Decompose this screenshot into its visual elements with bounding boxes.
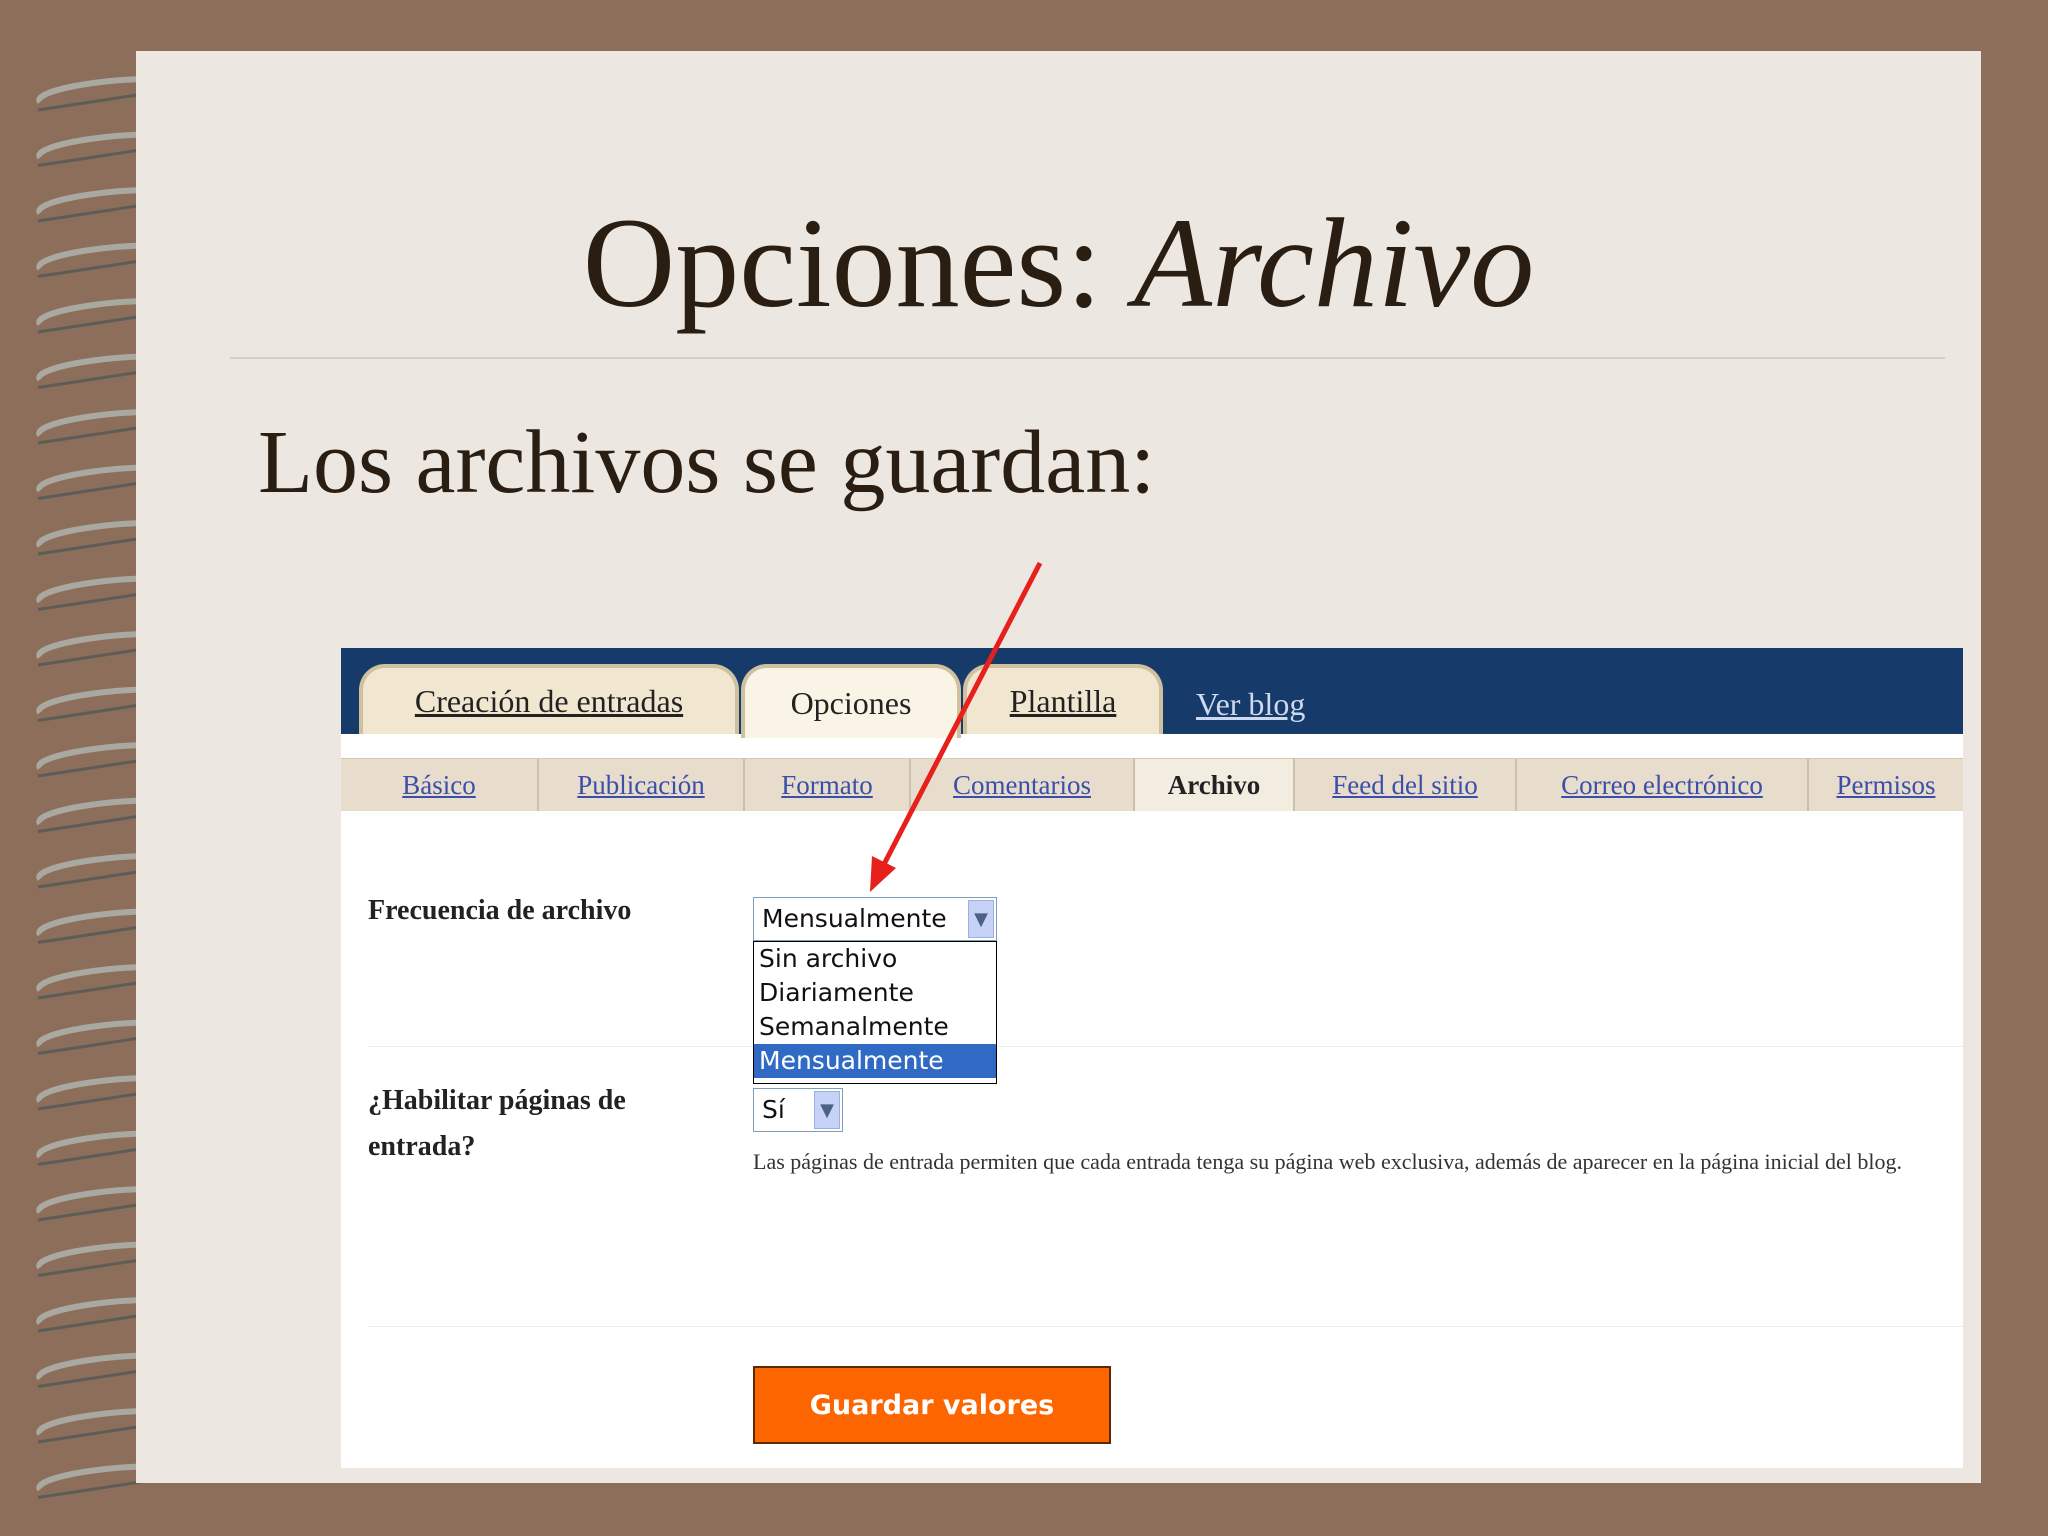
entry-pages-value: Sí [762, 1095, 785, 1124]
save-settings-button[interactable]: Guardar valores [753, 1366, 1111, 1444]
slide-title: Opciones: Archivo [136, 199, 1981, 327]
title-italic-text: Archivo [1133, 192, 1535, 334]
subtab-permisos[interactable]: Permisos [1809, 759, 1963, 811]
blogger-settings-screenshot: Creación de entradas Opciones Plantilla … [341, 648, 1963, 1468]
row-separator [368, 1046, 1963, 1047]
entry-pages-label-line1: ¿Habilitar páginas de [368, 1085, 626, 1116]
option-semanalmente[interactable]: Semanalmente [754, 1010, 996, 1044]
main-nav-bar: Creación de entradas Opciones Plantilla … [341, 648, 1963, 738]
option-sin-archivo[interactable]: Sin archivo [754, 942, 996, 976]
subtab-comentarios[interactable]: Comentarios [911, 759, 1135, 811]
entry-pages-label: ¿Habilitar páginas de entrada? [368, 1078, 626, 1170]
tab-creacion-de-entradas[interactable]: Creación de entradas [359, 664, 739, 734]
subtab-archivo[interactable]: Archivo [1135, 759, 1295, 811]
subtab-formato[interactable]: Formato [745, 759, 911, 811]
link-ver-blog[interactable]: Ver blog [1196, 686, 1305, 723]
row-separator [368, 1326, 1963, 1327]
title-divider [230, 357, 1945, 359]
chevron-down-icon[interactable]: ▼ [814, 1091, 840, 1129]
archive-frequency-dropdown-list: Sin archivo Diariamente Semanalmente Men… [753, 941, 997, 1084]
subtab-basico[interactable]: Básico [341, 759, 539, 811]
slide-subtitle: Los archivos se guardan: [258, 413, 1156, 512]
option-mensualmente[interactable]: Mensualmente [754, 1044, 996, 1078]
subtab-feed-del-sitio[interactable]: Feed del sitio [1295, 759, 1517, 811]
chevron-down-icon[interactable]: ▼ [968, 900, 994, 938]
archive-frequency-value: Mensualmente [762, 904, 947, 933]
entry-pages-description: Las páginas de entrada permiten que cada… [753, 1149, 1902, 1174]
tab-plantilla[interactable]: Plantilla [963, 664, 1163, 734]
subtab-publicacion[interactable]: Publicación [539, 759, 745, 811]
archive-frequency-select[interactable]: Mensualmente ▼ [753, 897, 997, 941]
sub-nav-bar: Básico Publicación Formato Comentarios A… [341, 758, 1963, 811]
entry-pages-label-line2: entrada? [368, 1131, 476, 1162]
option-diariamente[interactable]: Diariamente [754, 976, 996, 1010]
subtab-correo-electronico[interactable]: Correo electrónico [1517, 759, 1809, 811]
tab-opciones[interactable]: Opciones [741, 664, 961, 738]
entry-pages-select[interactable]: Sí ▼ [753, 1088, 843, 1132]
archive-frequency-label: Frecuencia de archivo [368, 895, 632, 926]
title-text: Opciones: [582, 192, 1134, 334]
